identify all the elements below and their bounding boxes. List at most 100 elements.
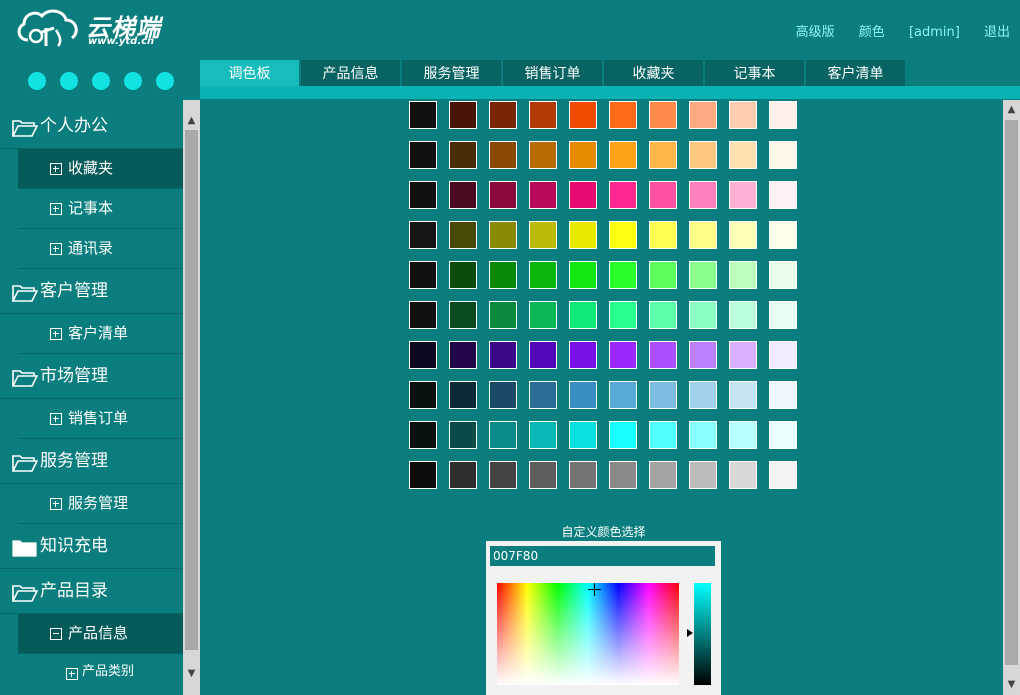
color-swatch[interactable] <box>689 421 717 449</box>
color-swatch[interactable] <box>609 381 637 409</box>
color-link[interactable]: 颜色 <box>859 25 885 40</box>
color-swatch[interactable] <box>729 381 757 409</box>
color-swatch[interactable] <box>529 461 557 489</box>
color-swatch[interactable] <box>649 141 677 169</box>
color-swatch[interactable] <box>729 141 757 169</box>
sidebar-item-customer-list[interactable]: 客户清单 <box>18 314 183 354</box>
color-swatch[interactable] <box>449 381 477 409</box>
color-swatch[interactable] <box>569 301 597 329</box>
color-swatch[interactable] <box>729 421 757 449</box>
color-swatch[interactable] <box>689 381 717 409</box>
color-swatch[interactable] <box>649 461 677 489</box>
scrollbar-thumb[interactable] <box>1005 120 1018 665</box>
color-swatch[interactable] <box>649 181 677 209</box>
sidebar-group-personal-office[interactable]: 个人办公 <box>0 104 183 149</box>
color-swatch[interactable] <box>729 101 757 129</box>
tab-palette[interactable]: 调色板 <box>200 60 299 88</box>
sidebar-item-contacts[interactable]: 通讯录 <box>18 229 183 269</box>
sidebar-group-knowledge[interactable]: 知识充电 <box>0 524 183 569</box>
color-swatch[interactable] <box>449 341 477 369</box>
color-swatch[interactable] <box>649 341 677 369</box>
color-swatch[interactable] <box>729 181 757 209</box>
color-swatch[interactable] <box>529 261 557 289</box>
color-swatch[interactable] <box>729 261 757 289</box>
color-swatch[interactable] <box>729 461 757 489</box>
color-swatch[interactable] <box>769 261 797 289</box>
color-swatch[interactable] <box>649 221 677 249</box>
luminance-slider[interactable] <box>694 583 711 685</box>
color-swatch[interactable] <box>609 261 637 289</box>
color-swatch[interactable] <box>489 101 517 129</box>
color-swatch[interactable] <box>569 381 597 409</box>
color-swatch[interactable] <box>529 181 557 209</box>
color-spectrum[interactable] <box>497 583 679 685</box>
color-swatch[interactable] <box>409 141 437 169</box>
color-swatch[interactable] <box>409 421 437 449</box>
sidebar-item-favorites[interactable]: 收藏夹 <box>18 149 183 189</box>
sidebar-group-customer-management[interactable]: 客户管理 <box>0 269 183 314</box>
color-swatch[interactable] <box>609 421 637 449</box>
color-swatch[interactable] <box>569 221 597 249</box>
color-swatch[interactable] <box>489 181 517 209</box>
color-swatch[interactable] <box>529 341 557 369</box>
color-swatch[interactable] <box>449 421 477 449</box>
color-swatch[interactable] <box>769 101 797 129</box>
color-swatch[interactable] <box>409 261 437 289</box>
color-swatch[interactable] <box>649 261 677 289</box>
color-swatch[interactable] <box>609 101 637 129</box>
color-swatch[interactable] <box>649 101 677 129</box>
color-swatch[interactable] <box>769 221 797 249</box>
logout-link[interactable]: 退出 <box>984 25 1010 40</box>
color-swatch[interactable] <box>529 141 557 169</box>
color-swatch[interactable] <box>689 341 717 369</box>
hex-input[interactable] <box>490 546 715 566</box>
scroll-down-icon[interactable]: ▼ <box>1003 676 1020 693</box>
scrollbar-thumb[interactable] <box>185 130 198 650</box>
theme-dot[interactable] <box>156 72 174 90</box>
scroll-up-icon[interactable]: ▲ <box>183 112 200 129</box>
color-swatch[interactable] <box>569 101 597 129</box>
sidebar-group-service-management[interactable]: 服务管理 <box>0 439 183 484</box>
tab-notepad[interactable]: 记事本 <box>705 60 804 88</box>
color-swatch[interactable] <box>529 421 557 449</box>
color-swatch[interactable] <box>689 261 717 289</box>
theme-dot[interactable] <box>60 72 78 90</box>
color-swatch[interactable] <box>689 461 717 489</box>
color-swatch[interactable] <box>689 221 717 249</box>
color-swatch[interactable] <box>569 141 597 169</box>
color-swatch[interactable] <box>609 221 637 249</box>
admin-link[interactable]: [admin] <box>909 25 960 40</box>
tab-customer-list[interactable]: 客户清单 <box>806 60 905 88</box>
color-swatch[interactable] <box>569 261 597 289</box>
color-swatch[interactable] <box>769 461 797 489</box>
color-swatch[interactable] <box>409 341 437 369</box>
color-swatch[interactable] <box>529 101 557 129</box>
color-swatch[interactable] <box>489 221 517 249</box>
color-swatch[interactable] <box>569 421 597 449</box>
color-swatch[interactable] <box>649 381 677 409</box>
color-swatch[interactable] <box>569 181 597 209</box>
color-swatch[interactable] <box>569 461 597 489</box>
tab-service-management[interactable]: 服务管理 <box>402 60 501 88</box>
theme-dot[interactable] <box>92 72 110 90</box>
color-swatch[interactable] <box>689 141 717 169</box>
color-swatch[interactable] <box>489 381 517 409</box>
color-swatch[interactable] <box>609 461 637 489</box>
color-swatch[interactable] <box>489 141 517 169</box>
sidebar-item-sales-orders[interactable]: 销售订单 <box>18 399 183 439</box>
premium-link[interactable]: 高级版 <box>796 25 835 40</box>
color-swatch[interactable] <box>449 181 477 209</box>
color-swatch[interactable] <box>689 101 717 129</box>
color-swatch[interactable] <box>409 301 437 329</box>
sidebar-group-market-management[interactable]: 市场管理 <box>0 354 183 399</box>
color-swatch[interactable] <box>769 341 797 369</box>
sidebar-scrollbar[interactable]: ▲ ▼ <box>183 100 200 695</box>
color-swatch[interactable] <box>409 181 437 209</box>
sidebar-item-notepad[interactable]: 记事本 <box>18 189 183 229</box>
color-swatch[interactable] <box>409 221 437 249</box>
color-swatch[interactable] <box>529 221 557 249</box>
color-swatch[interactable] <box>649 301 677 329</box>
color-swatch[interactable] <box>729 221 757 249</box>
color-swatch[interactable] <box>449 101 477 129</box>
color-swatch[interactable] <box>769 141 797 169</box>
